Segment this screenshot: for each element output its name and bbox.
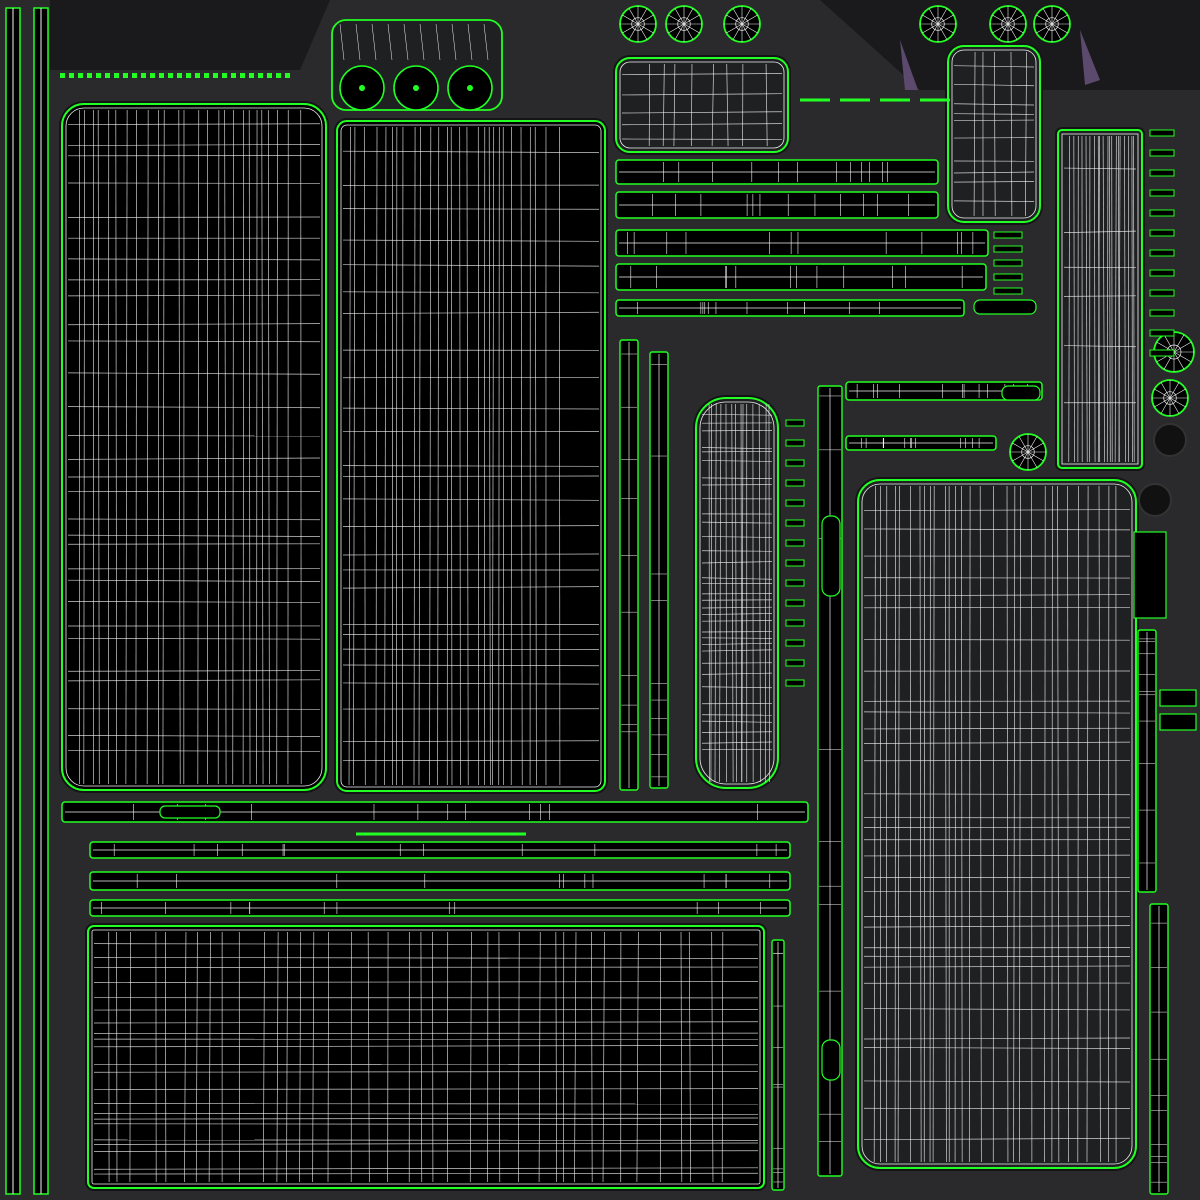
vstrip-right-a	[1137, 629, 1157, 893]
island-panel-a	[59, 101, 329, 793]
bar-top-1	[615, 159, 939, 185]
bar-mid-1	[615, 229, 989, 257]
lens-ring-9	[1009, 433, 1047, 471]
vstrip-left-a	[619, 339, 639, 791]
lens-ring-1	[619, 5, 657, 43]
island-tall-strip	[1055, 127, 1145, 471]
dark-ring-1	[1153, 423, 1187, 457]
bar-bottom-3	[89, 899, 791, 917]
lens-ring-3	[723, 5, 761, 43]
island-camera-module	[331, 19, 503, 111]
bar-mid-2	[615, 263, 987, 291]
island-panel-c	[855, 477, 1139, 1171]
bar-mid-3	[615, 299, 965, 317]
vstrip-tiny	[771, 939, 785, 1191]
lens-ring-4	[919, 5, 957, 43]
bar-bottom-2	[89, 871, 791, 891]
island-top-rounded-1	[613, 55, 791, 155]
lens-ring-6	[1033, 5, 1071, 43]
vstrip-right-b	[1149, 903, 1169, 1195]
bar-bottom-1	[89, 841, 791, 859]
island-panel-d	[85, 923, 767, 1191]
bar-right-2	[845, 435, 997, 451]
uv-texture-canvas	[0, 0, 1200, 1200]
lens-ring-5	[989, 5, 1027, 43]
lens-ring-8	[1151, 379, 1189, 417]
island-capsule	[693, 395, 781, 791]
vstrip-left-b	[649, 351, 669, 789]
island-panel-b	[334, 118, 608, 794]
island-top-rounded-2	[945, 43, 1043, 225]
lens-ring-2	[665, 5, 703, 43]
top-left-shadow	[50, 0, 330, 70]
dark-ring-2	[1138, 483, 1172, 517]
bar-top-2	[615, 191, 939, 219]
